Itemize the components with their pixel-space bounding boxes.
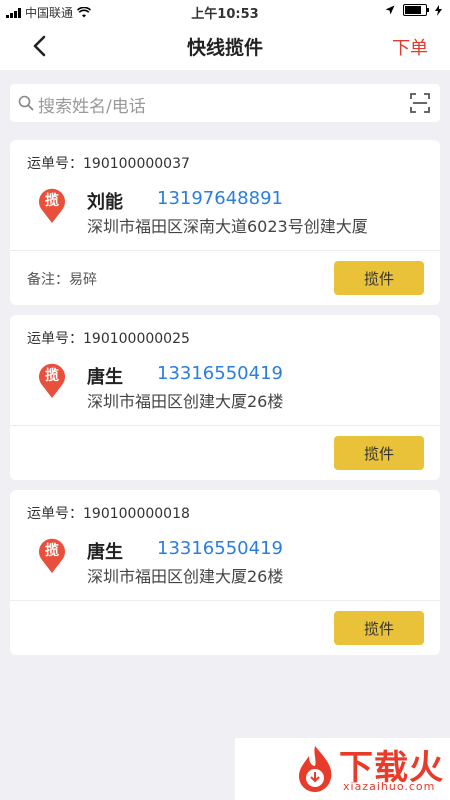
page-title: 快线揽件 bbox=[186, 37, 263, 59]
waybill-number: 运单号：190100000018 bbox=[27, 506, 190, 522]
watermark-url: xiazaihuo.com bbox=[343, 780, 436, 793]
card-actions: 揽件 bbox=[10, 426, 440, 480]
sender-name: 唐生 bbox=[87, 367, 123, 388]
pickup-badge-label: 揽 bbox=[45, 543, 59, 559]
battery-icon bbox=[403, 4, 429, 16]
pickup-button[interactable]: 揽件 bbox=[334, 261, 424, 295]
sender-phone-link[interactable]: 13316550419 bbox=[157, 363, 283, 384]
pickup-badge-label: 揽 bbox=[45, 193, 59, 209]
location-arrow-icon bbox=[385, 5, 395, 15]
place-order-button[interactable]: 下单 bbox=[392, 34, 428, 60]
search-input[interactable]: 搜索姓名/电话 bbox=[10, 84, 440, 122]
status-right bbox=[385, 4, 442, 16]
sender-name: 刘能 bbox=[87, 192, 123, 213]
remark-text: 备注：易碎 bbox=[27, 272, 97, 288]
sender-name: 唐生 bbox=[87, 542, 123, 563]
pickup-card: 运单号：190100000037 揽 刘能 13197648891 深圳市福田区… bbox=[10, 140, 440, 305]
nav-bar: 快线揽件 下单 bbox=[0, 22, 450, 70]
card-details[interactable]: 运单号：190100000025 揽 唐生 13316550419 深圳市福田区… bbox=[10, 315, 440, 425]
search-icon bbox=[18, 95, 34, 111]
sender-address: 深圳市福田区创建大厦26楼 bbox=[87, 567, 284, 586]
sender-phone-link[interactable]: 13316550419 bbox=[157, 538, 283, 559]
search-container: 搜索姓名/电话 bbox=[0, 70, 450, 122]
card-actions: 揽件 bbox=[10, 601, 440, 655]
sender-phone-link[interactable]: 13197648891 bbox=[157, 188, 283, 209]
status-time: 上午10:53 bbox=[191, 7, 259, 22]
status-bar: 中国联通 上午10:53 bbox=[0, 0, 450, 22]
pickup-button[interactable]: 揽件 bbox=[334, 436, 424, 470]
pickup-button[interactable]: 揽件 bbox=[334, 611, 424, 645]
back-chevron-icon[interactable] bbox=[28, 34, 52, 58]
scan-icon[interactable] bbox=[410, 93, 430, 113]
charging-bolt-icon bbox=[435, 4, 442, 16]
waybill-number: 运单号：190100000037 bbox=[27, 156, 190, 172]
card-details[interactable]: 运单号：190100000018 揽 唐生 13316550419 深圳市福田区… bbox=[10, 490, 440, 600]
pickup-card: 运单号：190100000025 揽 唐生 13316550419 深圳市福田区… bbox=[10, 315, 440, 480]
card-actions: 备注：易碎 揽件 bbox=[10, 251, 440, 305]
search-placeholder: 搜索姓名/电话 bbox=[38, 97, 146, 117]
watermark: 下载火 xiazaihuo.com bbox=[235, 738, 450, 800]
waybill-number: 运单号：190100000025 bbox=[27, 331, 190, 347]
card-details[interactable]: 运单号：190100000037 揽 刘能 13197648891 深圳市福田区… bbox=[10, 140, 440, 250]
sender-address: 深圳市福田区创建大厦26楼 bbox=[87, 392, 284, 411]
pickup-card: 运单号：190100000018 揽 唐生 13316550419 深圳市福田区… bbox=[10, 490, 440, 655]
flame-logo-icon bbox=[299, 746, 332, 792]
sender-address: 深圳市福田区深南大道6023号创建大厦 bbox=[87, 217, 368, 236]
pickup-badge-label: 揽 bbox=[45, 368, 59, 384]
